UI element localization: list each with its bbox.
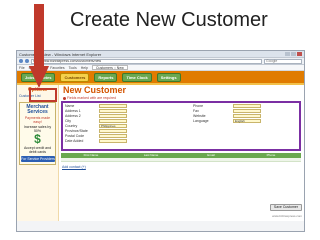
tab-time-clock[interactable]: Time Clock [122, 72, 152, 82]
browser-window: Customers :: New - Windows Internet Expl… [16, 50, 305, 232]
menu-file[interactable]: File [19, 66, 25, 70]
menu-favorites[interactable]: Favorites [50, 66, 64, 70]
save-customer-button[interactable]: Save Customer [269, 204, 302, 211]
label-phone: Phone [193, 104, 204, 108]
slide-title: Create New Customer [70, 9, 268, 31]
annotation-arrow [29, 4, 49, 88]
label-postal-code: Postal Code [65, 134, 85, 138]
fax-field[interactable] [233, 109, 261, 113]
tab-customers[interactable]: Customers [60, 72, 90, 82]
window-controls [285, 52, 302, 56]
country-select[interactable]: Philippines [99, 124, 127, 128]
merchant-services-ad[interactable]: Merchant Services Payments made easy! In… [19, 102, 56, 165]
window-titlebar: Customers :: New - Windows Internet Expl… [17, 51, 304, 58]
postal-code-field[interactable] [99, 134, 127, 138]
dollar-icon: $ [34, 132, 41, 146]
address-1-field[interactable] [99, 109, 127, 113]
table-row [61, 158, 301, 162]
ad-button[interactable]: For Service Providers [21, 156, 55, 162]
label-city: City [65, 119, 72, 123]
main-content: New Customer Fields marked with are requ… [61, 85, 304, 221]
city-field[interactable] [99, 119, 127, 123]
label-name: Name [65, 104, 75, 108]
tab-settings[interactable]: Settings [156, 72, 181, 82]
browser-tab[interactable]: Customers :: New [91, 65, 128, 70]
menu-tools[interactable]: Tools [69, 66, 77, 70]
tab-reports[interactable]: Reports [94, 72, 118, 82]
label-address-1: Address 1 [65, 109, 81, 113]
window-title: Customers :: New - Windows Internet Expl… [19, 51, 102, 57]
province-field[interactable] [99, 129, 127, 133]
ad-subtitle: Payments made easy! [24, 116, 51, 124]
ad-title: Merchant Services [26, 104, 49, 115]
required-icon [63, 96, 66, 100]
app-navbar: Jobs / Quotes Customers Reports Time Clo… [17, 71, 304, 85]
maximize-button[interactable] [291, 52, 296, 56]
label-country: Country [65, 124, 78, 128]
customer-form: Name Address 1 Address 2 City Country Ph… [61, 101, 301, 151]
search-input[interactable]: Google [264, 58, 302, 64]
date-added-field[interactable] [99, 139, 127, 143]
label-language: Language [193, 119, 209, 123]
address-2-field[interactable] [99, 114, 127, 118]
label-province: Province/State [65, 129, 88, 133]
sidebar: Options Customer List Merchant Services … [17, 85, 59, 221]
language-select[interactable]: English [233, 119, 261, 123]
label-date-added: Date Added [65, 139, 84, 143]
label-website: Website [193, 114, 206, 118]
app-body: Options Customer List Merchant Services … [17, 85, 304, 221]
label-address-2: Address 2 [65, 114, 81, 118]
name-field[interactable] [99, 104, 127, 108]
website-field[interactable] [233, 114, 261, 118]
phone-field[interactable] [233, 104, 261, 108]
add-contact-link[interactable]: Add contact (+) [62, 165, 86, 169]
label-fax: Fax [193, 109, 199, 113]
page-title: New Customer [63, 85, 127, 95]
address-bar: http://www.biztraxpress.com/customers/ne… [17, 58, 304, 65]
minimize-button[interactable] [285, 52, 290, 56]
annotation-highlight-box [29, 88, 57, 102]
url-input[interactable]: http://www.biztraxpress.com/customers/ne… [31, 58, 262, 64]
required-note-text: Fields marked with are required [67, 96, 117, 100]
menu-help[interactable]: Help [81, 66, 88, 70]
ad-line-cards: Accept credit and debit cards [23, 146, 52, 154]
footer-text: www.biztraxpress.com [272, 214, 302, 218]
required-note: Fields marked with are required [63, 96, 116, 100]
back-icon[interactable] [19, 59, 23, 63]
close-button[interactable] [297, 52, 302, 56]
